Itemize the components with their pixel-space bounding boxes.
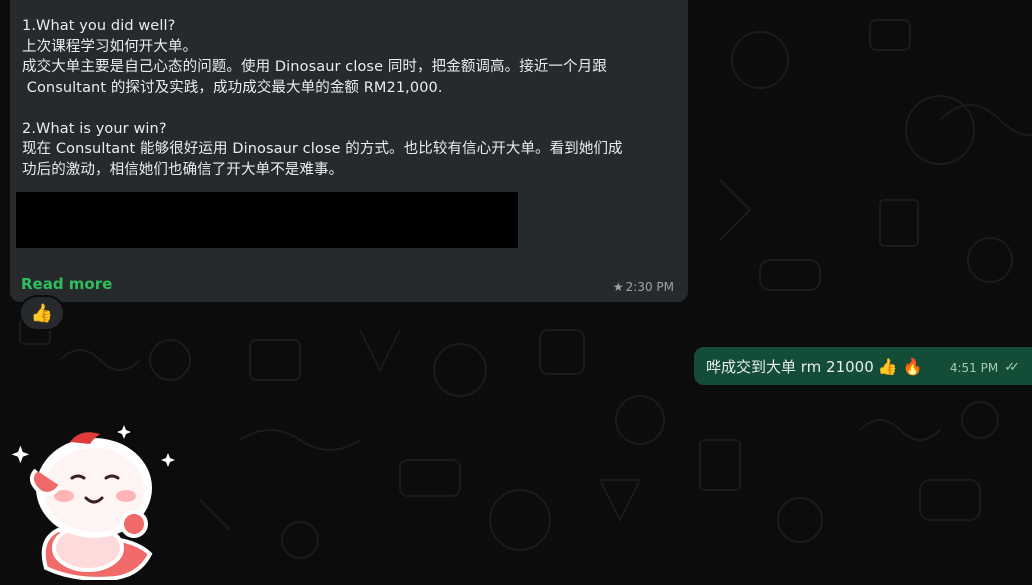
outgoing-message-text: 哗成交到大单 rm 21000	[706, 357, 874, 376]
outgoing-message-meta: 4:51 PM ✓✓	[950, 360, 1020, 375]
star-icon: ★	[612, 280, 624, 294]
message-time: 2:30 PM	[625, 280, 674, 294]
message-text: 1.What you did well? 上次课程学习如何开大单。 成交大单主要…	[22, 18, 623, 178]
thumbs-up-icon: 👍	[30, 302, 54, 324]
incoming-message-bubble[interactable]: 1.What you did well? 上次课程学习如何开大单。 成交大单主要…	[10, 0, 688, 302]
outgoing-message-time: 4:51 PM	[949, 360, 999, 375]
read-more-link[interactable]: Read more	[21, 275, 112, 293]
redacted-block	[16, 192, 518, 248]
emoji-thumbs-fire: 👍 🔥	[877, 356, 923, 376]
thumbs-up-reaction[interactable]: 👍	[21, 297, 63, 329]
double-check-icon: ✓✓	[1004, 360, 1020, 375]
outgoing-message-bubble[interactable]: 哗成交到大单 rm 21000 👍 🔥 4:51 PM ✓✓	[694, 347, 1032, 385]
cartoon-character-sticker[interactable]	[10, 420, 180, 581]
message-meta: ★ 2:30 PM	[613, 280, 674, 294]
